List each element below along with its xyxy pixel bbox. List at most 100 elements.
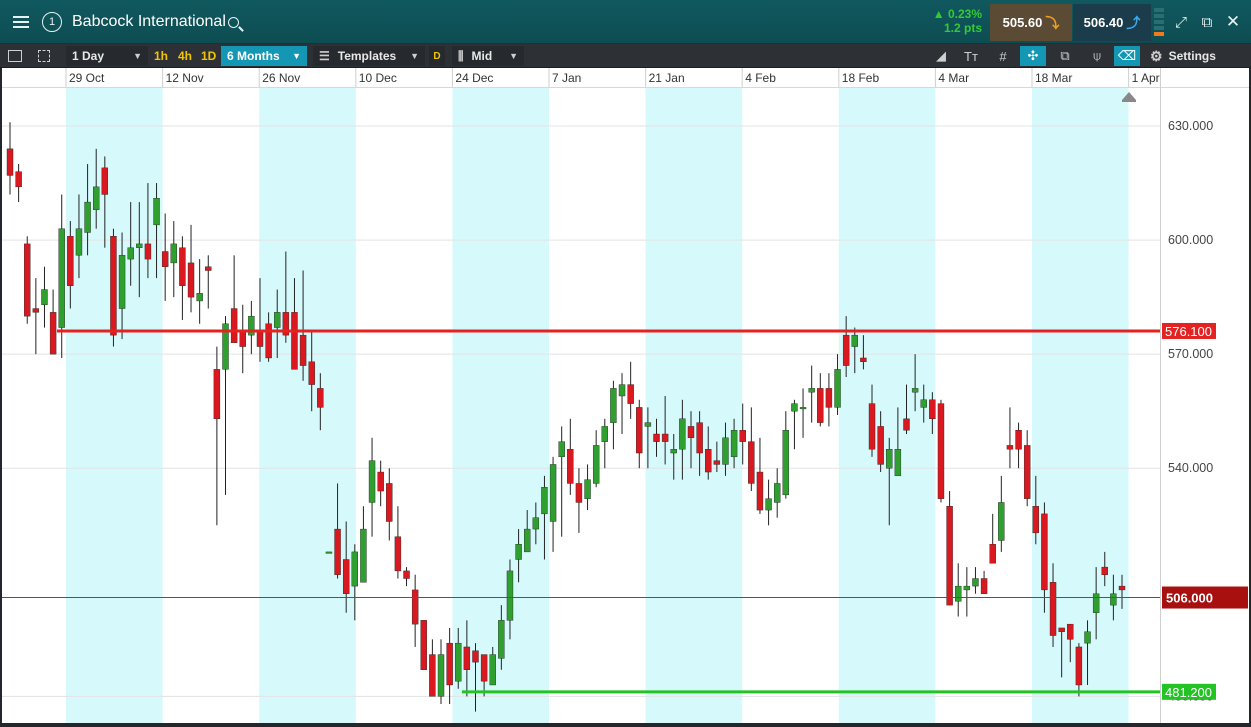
sell-price-button[interactable]: 505.60 ⤵	[990, 4, 1072, 41]
candle-up	[153, 198, 160, 226]
sell-price: 505.60	[1002, 15, 1043, 30]
hamburger-menu-icon[interactable]	[6, 0, 36, 44]
candle-down	[239, 331, 246, 347]
instrument-title[interactable]: Babcock International	[72, 0, 226, 44]
layout-grid-icon[interactable]	[38, 46, 58, 66]
candle-up	[75, 228, 83, 256]
y-tick-label: 570.000	[1168, 347, 1213, 361]
candle-down	[101, 167, 109, 195]
candle-down	[205, 266, 212, 271]
candle-down	[946, 506, 953, 606]
chevron-down-icon: ▼	[509, 51, 518, 61]
candle-down	[463, 646, 471, 670]
candle-down	[24, 243, 31, 317]
bottom-border	[0, 723, 1251, 727]
candle-up	[489, 654, 496, 686]
week-shade-band	[645, 88, 743, 723]
price-change: ▲ 0.23% 1.2 pts	[926, 5, 988, 41]
candle-up	[610, 388, 617, 423]
candle-down	[386, 483, 393, 522]
candle-down	[661, 433, 669, 442]
link-group-icon[interactable]: 1	[40, 0, 64, 44]
alert-tag-icon[interactable]: ⌫	[1114, 46, 1140, 66]
draw-line-icon[interactable]: ◢	[928, 46, 954, 66]
timeframe-1d-button[interactable]: 1D	[201, 46, 216, 66]
templates-dropdown[interactable]: ☰ Templates ▼	[313, 46, 425, 66]
date-label: 4 Feb	[745, 71, 776, 85]
date-label: 12 Nov	[166, 71, 204, 85]
range-dropdown[interactable]: 6 Months ▼	[221, 46, 307, 66]
candle-down	[334, 528, 341, 575]
candle-down	[980, 578, 988, 594]
dividend-badge[interactable]: D	[429, 46, 445, 66]
candle-up	[722, 437, 729, 465]
candle-up	[498, 620, 505, 659]
candle-down	[429, 654, 436, 697]
price-type-value: Mid	[471, 49, 493, 63]
interval-dropdown[interactable]: 1 Day ▼	[66, 46, 148, 66]
chevron-down-icon: ▼	[133, 51, 142, 61]
candle-down	[1015, 430, 1022, 450]
candle-down	[842, 334, 850, 366]
week-shade-band	[1032, 88, 1129, 723]
crosshair-icon[interactable]: ✣	[1020, 46, 1046, 66]
candle-up	[136, 243, 143, 248]
candle-up	[84, 201, 91, 233]
week-shade-band	[259, 88, 356, 723]
settings-button[interactable]: ⚙ Settings	[1150, 46, 1248, 66]
candle-up	[911, 388, 919, 393]
candle-down	[420, 620, 427, 670]
candle-down	[6, 148, 14, 176]
candle-down	[1118, 585, 1126, 591]
price-type-dropdown[interactable]: ⫼ Mid ▼	[452, 46, 524, 66]
candle-down	[446, 642, 453, 686]
candle-up	[765, 498, 772, 511]
signal-level-icon	[1154, 8, 1164, 41]
candle-down	[575, 483, 583, 503]
timeframe-1h-button[interactable]: 1h	[154, 46, 168, 66]
candle-up	[998, 502, 1005, 541]
buy-price-button[interactable]: 506.40 ⤴	[1073, 4, 1151, 41]
candle-up	[506, 570, 514, 621]
candle-up	[41, 289, 48, 305]
list-view-icon[interactable]	[8, 46, 28, 66]
candle-down	[860, 357, 867, 362]
candle-down	[567, 449, 574, 484]
candle-up	[368, 460, 376, 503]
candle-up	[886, 449, 893, 469]
candle-up	[972, 578, 979, 587]
arrow-up-icon: ⤴	[1126, 14, 1141, 31]
candle-down	[1006, 445, 1014, 450]
candle-down	[394, 536, 402, 572]
price-chart[interactable]: 29 Oct 12 Nov 26 Nov 10 Dec 24 Dec 7 Jan 21 Ja…	[2, 68, 1249, 723]
candle-up	[170, 243, 177, 264]
candlestick-chart[interactable]: 29 Oct 12 Nov 26 Nov 10 Dec 24 Dec 7 Jan 21 Ja…	[2, 68, 1249, 723]
compare-icon[interactable]: ⧉	[1052, 46, 1078, 66]
expand-icon[interactable]: ⤢	[1170, 0, 1192, 44]
chevron-down-icon: ▼	[410, 51, 419, 61]
candle-up	[532, 517, 540, 530]
grid-icon[interactable]: #	[990, 46, 1016, 66]
candle-down	[299, 334, 307, 366]
timeframe-4h-button[interactable]: 4h	[178, 46, 192, 66]
candle-down	[308, 361, 315, 385]
candle-up	[601, 426, 608, 442]
candle-down	[1075, 646, 1083, 686]
search-icon[interactable]	[222, 0, 244, 44]
candle-up	[791, 403, 798, 412]
candle-up	[920, 399, 927, 408]
indicator-icon[interactable]: ⍦	[1084, 46, 1110, 66]
support-label: 481.200	[1165, 685, 1212, 700]
close-icon[interactable]: ✕	[1222, 0, 1244, 44]
candle-up	[894, 449, 902, 477]
popout-icon[interactable]: ⧉	[1196, 0, 1218, 44]
settings-label: Settings	[1168, 49, 1216, 63]
text-tool-icon[interactable]: Tт	[958, 46, 984, 66]
title-bar: 1 Babcock International ▲ 0.23% 1.2 pts …	[0, 0, 1251, 44]
candle-up	[360, 528, 367, 583]
candle-down	[230, 308, 238, 343]
candle-down	[748, 441, 755, 484]
interval-value: 1 Day	[72, 49, 105, 63]
date-label: 10 Dec	[359, 71, 397, 85]
candle-up	[1084, 631, 1091, 644]
